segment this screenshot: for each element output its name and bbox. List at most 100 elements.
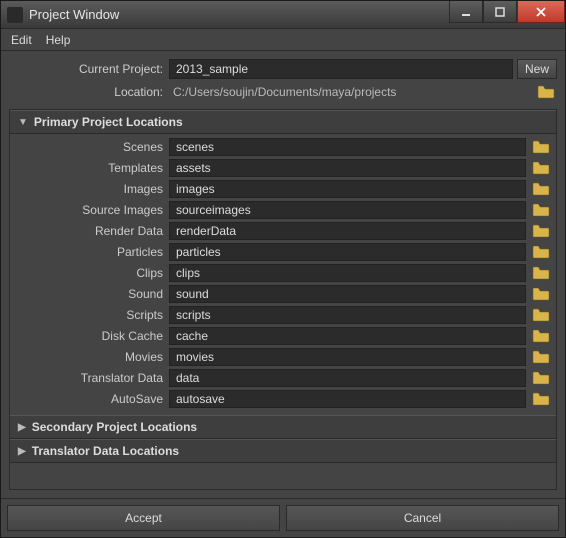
field-row: Clips [14,264,552,282]
field-input[interactable] [169,369,526,387]
section-header-secondary[interactable]: ▶ Secondary Project Locations [10,415,556,439]
browse-button[interactable] [530,327,552,345]
browse-button[interactable] [530,201,552,219]
browse-button[interactable] [530,390,552,408]
folder-icon [532,329,550,343]
field-label: Source Images [14,203,169,217]
folder-icon [532,182,550,196]
location-label: Location: [9,85,169,99]
field-label: Disk Cache [14,329,169,343]
field-row: Source Images [14,201,552,219]
maximize-button[interactable] [483,1,517,23]
field-input[interactable] [169,201,526,219]
folder-icon [532,266,550,280]
browse-button[interactable] [530,159,552,177]
chevron-right-icon: ▶ [18,422,26,433]
browse-button[interactable] [530,243,552,261]
field-label: Render Data [14,224,169,238]
location-browse-button[interactable] [535,83,557,101]
field-row: Scripts [14,306,552,324]
field-row: Scenes [14,138,552,156]
field-label: Scenes [14,140,169,154]
location-value: C:/Users/soujin/Documents/maya/projects [169,83,531,101]
current-project-row: Current Project: New [9,59,557,79]
window-controls [449,1,565,28]
project-window: Project Window Edit Help Current Project… [0,0,566,538]
folder-icon [537,85,555,99]
browse-button[interactable] [530,138,552,156]
section-body-primary: Scenes Templates Images Source Images Render… [10,134,556,415]
field-label: Templates [14,161,169,175]
close-icon [535,7,547,17]
location-row: Location: C:/Users/soujin/Documents/maya… [9,83,557,101]
field-label: Translator Data [14,371,169,385]
field-input[interactable] [169,138,526,156]
folder-icon [532,224,550,238]
field-input[interactable] [169,243,526,261]
folder-icon [532,203,550,217]
field-input[interactable] [169,348,526,366]
field-label: Movies [14,350,169,364]
field-row: Movies [14,348,552,366]
browse-button[interactable] [530,285,552,303]
menu-help[interactable]: Help [46,33,71,47]
field-row: Sound [14,285,552,303]
field-label: Sound [14,287,169,301]
browse-button[interactable] [530,222,552,240]
window-title: Project Window [29,7,449,22]
folder-icon [532,371,550,385]
field-input[interactable] [169,327,526,345]
field-row: Particles [14,243,552,261]
field-input[interactable] [169,390,526,408]
browse-button[interactable] [530,180,552,198]
field-row: Templates [14,159,552,177]
current-project-input[interactable] [169,59,513,79]
app-icon [7,7,23,23]
field-row: Disk Cache [14,327,552,345]
browse-button[interactable] [530,306,552,324]
field-input[interactable] [169,159,526,177]
field-input[interactable] [169,285,526,303]
sections-scroll[interactable]: ▼ Primary Project Locations Scenes Templa… [9,109,557,490]
chevron-right-icon: ▶ [18,446,26,457]
field-input[interactable] [169,180,526,198]
menu-edit[interactable]: Edit [11,33,32,47]
folder-icon [532,245,550,259]
field-label: AutoSave [14,392,169,406]
section-header-translator[interactable]: ▶ Translator Data Locations [10,439,556,463]
folder-icon [532,392,550,406]
field-label: Clips [14,266,169,280]
field-label: Images [14,182,169,196]
field-input[interactable] [169,264,526,282]
titlebar[interactable]: Project Window [1,1,565,29]
maximize-icon [495,7,505,17]
minimize-icon [461,7,471,17]
minimize-button[interactable] [449,1,483,23]
current-project-label: Current Project: [9,62,169,76]
browse-button[interactable] [530,348,552,366]
field-row: AutoSave [14,390,552,408]
folder-icon [532,308,550,322]
cancel-button[interactable]: Cancel [286,505,559,531]
field-label: Scripts [14,308,169,322]
field-label: Particles [14,245,169,259]
browse-button[interactable] [530,264,552,282]
field-row: Render Data [14,222,552,240]
chevron-down-icon: ▼ [18,117,28,128]
section-title-primary: Primary Project Locations [34,115,183,129]
new-button[interactable]: New [517,59,557,79]
footer: Accept Cancel [1,498,565,537]
field-input[interactable] [169,222,526,240]
close-button[interactable] [517,1,565,23]
menubar: Edit Help [1,29,565,51]
section-title-translator: Translator Data Locations [32,444,179,458]
section-title-secondary: Secondary Project Locations [32,420,197,434]
accept-button[interactable]: Accept [7,505,280,531]
content: Current Project: New Location: C:/Users/… [1,51,565,498]
folder-icon [532,287,550,301]
browse-button[interactable] [530,369,552,387]
folder-icon [532,140,550,154]
field-row: Translator Data [14,369,552,387]
section-header-primary[interactable]: ▼ Primary Project Locations [10,110,556,134]
field-input[interactable] [169,306,526,324]
